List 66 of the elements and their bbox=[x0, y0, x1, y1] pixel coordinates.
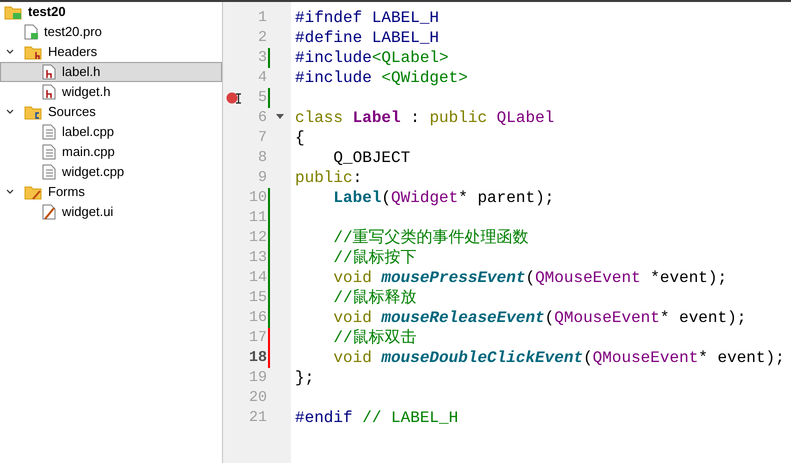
line-number: 14 bbox=[248, 268, 267, 288]
line-number: 2 bbox=[258, 28, 267, 48]
document-icon bbox=[42, 144, 56, 160]
form-file-icon bbox=[42, 204, 56, 220]
code-line: #endif // LABEL_H bbox=[294, 408, 458, 428]
code-line: void mouseReleaseEvent(QMouseEvent* event); bbox=[332, 308, 746, 328]
header-file-icon bbox=[42, 64, 56, 80]
code-line: }; bbox=[294, 368, 314, 388]
code-line: #define LABEL_H bbox=[294, 28, 440, 48]
tree-item[interactable]: main.cpp bbox=[0, 142, 222, 162]
line-number: 7 bbox=[258, 128, 267, 148]
line-number: 21 bbox=[248, 408, 267, 428]
code-line: Q_OBJECT bbox=[332, 148, 410, 168]
fold-arrow-icon[interactable] bbox=[276, 114, 284, 120]
line-number: 15 bbox=[248, 288, 267, 308]
tree-item[interactable]: Headers bbox=[0, 42, 222, 62]
line-number: 13 bbox=[248, 248, 267, 268]
tree-item[interactable]: widget.h bbox=[0, 82, 222, 102]
code-line: void mousePressEvent(QMouseEvent *event); bbox=[332, 268, 728, 288]
line-number: 8 bbox=[258, 148, 267, 168]
code-line: //重写父类的事件处理函数 bbox=[332, 228, 529, 248]
chevron-down-icon[interactable] bbox=[6, 108, 14, 116]
breakpoint-icon[interactable] bbox=[226, 92, 242, 104]
chevron-down-icon[interactable] bbox=[6, 48, 14, 56]
header-file-icon bbox=[42, 84, 56, 100]
code-line: { bbox=[294, 128, 305, 148]
line-number: 12 bbox=[248, 228, 267, 248]
tree-item[interactable]: widget.cpp bbox=[0, 162, 222, 182]
source-folder-icon bbox=[24, 104, 42, 120]
line-number: 3 bbox=[258, 48, 267, 68]
line-number: 19 bbox=[248, 368, 267, 388]
tree-item[interactable]: test20 bbox=[0, 2, 222, 22]
header-folder-icon bbox=[24, 44, 42, 60]
code-line: Label(QWidget* parent); bbox=[332, 188, 554, 208]
tree-item[interactable]: label.cpp bbox=[0, 122, 222, 142]
tree-item[interactable]: Sources bbox=[0, 102, 222, 122]
project-file-icon bbox=[24, 24, 38, 40]
line-number: 20 bbox=[248, 388, 267, 408]
code-line: //鼠标释放 bbox=[332, 288, 417, 308]
code-line: //鼠标按下 bbox=[332, 248, 417, 268]
line-number: 6 bbox=[258, 108, 267, 128]
tree-item[interactable]: label.h bbox=[0, 62, 222, 82]
line-number: 17 bbox=[248, 328, 267, 348]
document-icon bbox=[42, 164, 56, 180]
form-folder-icon bbox=[24, 184, 42, 200]
code-line: #include <QWidget> bbox=[294, 68, 468, 88]
code-line: #include<QLabel> bbox=[294, 48, 449, 68]
document-icon bbox=[42, 124, 56, 140]
code-line: class Label : public QLabel bbox=[294, 108, 554, 128]
line-number: 4 bbox=[258, 68, 267, 88]
tree-item[interactable]: test20.pro bbox=[0, 22, 222, 42]
line-number: 18 bbox=[248, 348, 267, 368]
tree-item[interactable]: widget.ui bbox=[0, 202, 222, 222]
line-number: 5 bbox=[258, 88, 267, 108]
code-line: //鼠标双击 bbox=[332, 328, 417, 348]
tree-item[interactable]: Forms bbox=[0, 182, 222, 202]
line-number: 1 bbox=[258, 8, 267, 28]
code-line: void mouseDoubleClickEvent(QMouseEvent* event); bbox=[332, 348, 785, 368]
line-number: 10 bbox=[248, 188, 267, 208]
chevron-down-icon[interactable] bbox=[6, 188, 14, 196]
code-line: #ifndef LABEL_H bbox=[294, 8, 440, 28]
line-number: 11 bbox=[248, 208, 267, 228]
project-folder-icon bbox=[4, 4, 22, 20]
code-line: public: bbox=[294, 168, 362, 188]
line-number: 9 bbox=[258, 168, 267, 188]
line-number: 16 bbox=[248, 308, 267, 328]
